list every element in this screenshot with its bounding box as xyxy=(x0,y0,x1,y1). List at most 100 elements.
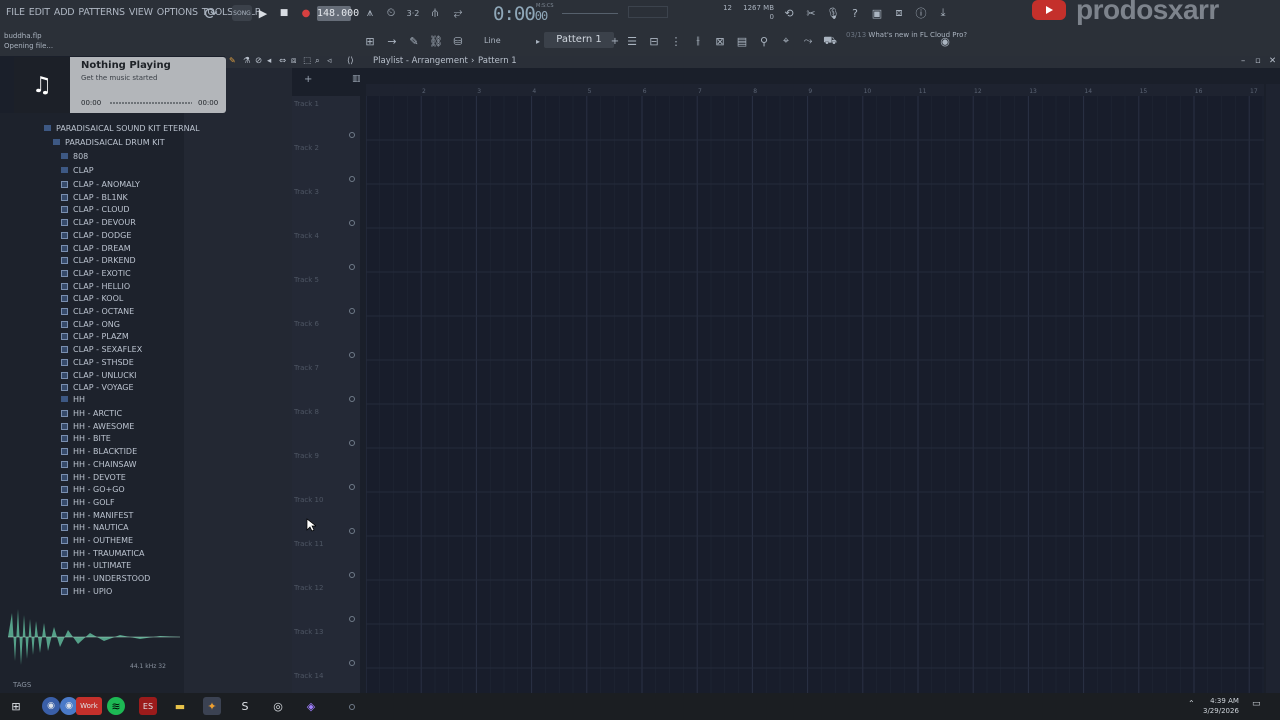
loop-icon[interactable]: ⟳ xyxy=(203,4,219,23)
tags-label[interactable]: TAGS xyxy=(13,681,31,689)
pencil-tool-icon[interactable]: ✎ xyxy=(229,56,236,65)
browser-file-item[interactable]: CLAP - HELLIO xyxy=(61,282,130,291)
browser-file-item[interactable]: CLAP - VOYAGE xyxy=(61,383,134,392)
browser-file-item[interactable]: HH - ARCTIC xyxy=(61,409,122,418)
browser-file-item[interactable]: CLAP - DREAM xyxy=(61,244,131,253)
track-label[interactable]: Track 8 xyxy=(294,408,319,416)
playlist-icon[interactable]: ☰ xyxy=(624,33,640,49)
pattern-pick-icon[interactable]: ⊞ xyxy=(362,33,378,49)
pat-song-toggle[interactable]: SONG xyxy=(232,5,252,21)
browser-file-item[interactable]: CLAP - SEXAFLEX xyxy=(61,345,142,354)
mute-tool-icon[interactable]: ◂ xyxy=(267,56,271,66)
arrow-right-icon[interactable]: → xyxy=(384,33,400,49)
chrome-icon[interactable]: ◉ xyxy=(42,697,60,715)
wait-icon[interactable]: ⏲ xyxy=(383,5,399,21)
track-label[interactable]: Track 7 xyxy=(294,364,319,372)
help-icon[interactable]: ? xyxy=(847,5,863,21)
file-explorer-icon[interactable]: ▬ xyxy=(171,697,189,715)
track-label[interactable]: Track 2 xyxy=(294,144,319,152)
tree-kit[interactable]: PARADISAICAL DRUM KIT xyxy=(53,138,165,147)
track-mute-led[interactable] xyxy=(349,264,355,270)
tree-root[interactable]: PARADISAICAL SOUND KIT ETERNAL xyxy=(44,124,200,133)
track-mute-led[interactable] xyxy=(349,440,355,446)
cut-icon[interactable]: ✂ xyxy=(803,5,819,21)
browser-file-item[interactable]: CLAP - DRKEND xyxy=(61,256,136,265)
menu-edit[interactable]: EDIT xyxy=(29,7,50,18)
timeline-ruler[interactable]: 2 3 4 5 6 7 8 9 10 11 12 13 14 15 16 17 xyxy=(366,84,1264,96)
track-mute-led[interactable] xyxy=(349,528,355,534)
waveform-preview[interactable] xyxy=(8,605,180,669)
download-icon[interactable]: ⤓ xyxy=(935,5,951,21)
minimize-icon[interactable]: – xyxy=(1241,56,1245,66)
channel-rack-icon[interactable]: ⋮ xyxy=(668,33,684,49)
browser-file-item[interactable]: HH - TRAUMATICA xyxy=(61,549,145,558)
browser-file-item[interactable]: HH - BITE xyxy=(61,434,111,443)
menu-add[interactable]: ADD xyxy=(54,7,75,18)
slip-tool-icon[interactable]: ⇔ xyxy=(279,56,286,66)
blend-icon[interactable]: ⥂ xyxy=(450,5,466,21)
browser-file-item[interactable]: HH - GOLF xyxy=(61,498,115,507)
browser-file-item[interactable]: HH - MANIFEST xyxy=(61,511,133,520)
system-clock[interactable]: 4:39 AM 3/29/2026 xyxy=(1203,696,1239,716)
stamp-icon[interactable]: ⛁ xyxy=(450,33,466,49)
piano-roll-icon[interactable]: ⊟ xyxy=(646,33,662,49)
delete-tool-icon[interactable]: ⊘ xyxy=(255,56,262,66)
track-label[interactable]: Track 1 xyxy=(294,100,319,108)
plugin-db-icon[interactable]: ⚲ xyxy=(756,33,772,49)
fl-studio-icon[interactable]: ✦ xyxy=(203,697,221,715)
tree-folder-clap[interactable]: CLAP xyxy=(61,166,94,175)
tree-folder-hh[interactable]: HH xyxy=(61,395,85,404)
menu-view[interactable]: VIEW xyxy=(129,7,153,18)
track-label[interactable]: Track 11 xyxy=(294,540,323,548)
pattern-selector[interactable]: Pattern 1 xyxy=(544,32,614,48)
windows-start-icon[interactable]: ⊞ xyxy=(7,697,25,715)
track-label[interactable]: Track 6 xyxy=(294,320,319,328)
browser-file-item[interactable]: CLAP - DEVOUR xyxy=(61,218,136,227)
plugin-icon[interactable]: ▤ xyxy=(734,33,750,49)
menu-options[interactable]: OPTIONS xyxy=(157,7,198,18)
app-s-icon[interactable]: S xyxy=(236,697,254,715)
track-mute-led[interactable] xyxy=(349,176,355,182)
track-label[interactable]: Track 9 xyxy=(294,452,319,460)
tray-chevron-icon[interactable]: ⌃ xyxy=(1188,699,1195,708)
track-mute-led[interactable] xyxy=(349,660,355,666)
track-label[interactable]: Track 4 xyxy=(294,232,319,240)
track-mute-led[interactable] xyxy=(349,132,355,138)
browser-file-item[interactable]: CLAP - EXOTIC xyxy=(61,269,131,278)
browser-file-item[interactable]: HH - DEVOTE xyxy=(61,473,126,482)
browser-file-item[interactable]: HH - ULTIMATE xyxy=(61,561,131,570)
metronome-icon[interactable]: ⩚ xyxy=(362,5,378,21)
notification-center-icon[interactable]: ▭ xyxy=(1252,699,1261,709)
tree-folder-808[interactable]: 808 xyxy=(61,152,88,161)
browser-file-item[interactable]: CLAP - PLAZM xyxy=(61,332,129,341)
browser-file-item[interactable]: HH - UNDERSTOOD xyxy=(61,574,150,583)
add-track-icon[interactable]: + xyxy=(304,74,312,85)
vertical-scrollbar[interactable] xyxy=(1266,84,1280,693)
github-icon[interactable]: ◎ xyxy=(269,697,287,715)
cart-icon[interactable]: ⛟ xyxy=(822,33,838,49)
browser-file-item[interactable]: CLAP - DODGE xyxy=(61,231,131,240)
stop-icon[interactable]: ■ xyxy=(276,5,292,21)
track-label[interactable]: Track 13 xyxy=(294,628,323,636)
app-es-icon[interactable]: ES xyxy=(139,697,157,715)
maximize-icon[interactable]: ▫ xyxy=(1255,56,1261,66)
menu-file[interactable]: FILE xyxy=(6,7,25,18)
browser-icon[interactable]: ⊠ xyxy=(712,33,728,49)
track-mute-led[interactable] xyxy=(349,572,355,578)
browser-file-item[interactable]: HH - UPIO xyxy=(61,587,112,596)
track-label[interactable]: Track 14 xyxy=(294,672,323,680)
track-label[interactable]: Track 3 xyxy=(294,188,319,196)
browser-file-item[interactable]: CLAP - ONG xyxy=(61,320,120,329)
record-icon[interactable]: ● xyxy=(298,5,314,21)
browser-file-item[interactable]: HH - AWESOME xyxy=(61,422,134,431)
mixer-icon[interactable]: ⫲ xyxy=(690,33,706,49)
track-mute-led[interactable] xyxy=(349,484,355,490)
globe-icon[interactable]: ◉ xyxy=(937,33,953,49)
browser-file-item[interactable]: CLAP - STHSDE xyxy=(61,358,134,367)
track-mute-led[interactable] xyxy=(349,616,355,622)
link-icon[interactable]: ⛓ xyxy=(428,33,444,49)
playback-tool-icon[interactable]: ◃ xyxy=(327,56,331,66)
pick-icon[interactable]: ⌖ xyxy=(778,33,794,49)
midi-icon[interactable]: ⧈ xyxy=(891,5,907,21)
mic-icon[interactable]: 🎙 xyxy=(825,5,841,21)
